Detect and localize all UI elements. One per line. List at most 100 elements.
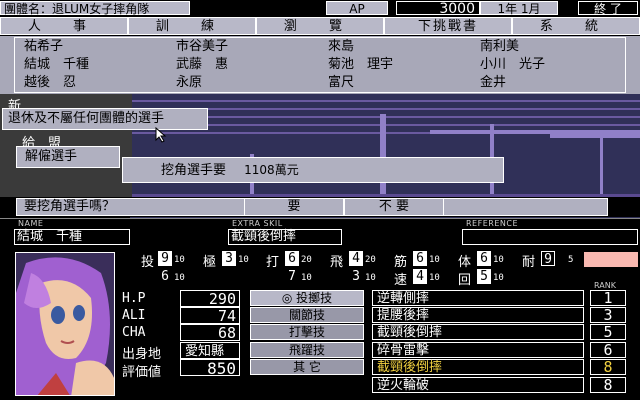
stat-value: 3	[349, 269, 363, 284]
yes-button[interactable]: 要	[244, 198, 344, 216]
cha-value: 68	[180, 324, 240, 342]
roster-name[interactable]: 南利美	[480, 39, 519, 54]
reference-value	[462, 229, 638, 245]
rating-value: 850	[180, 359, 240, 377]
joint-technique-tab[interactable]: 關節技	[250, 307, 364, 323]
move-name: 碎骨雷擊	[377, 343, 430, 358]
roster-name[interactable]: 富尺	[328, 75, 354, 90]
roster-name[interactable]: 結城 千種	[24, 57, 89, 72]
hp-value: 290	[180, 290, 240, 308]
roster-name[interactable]: 永原	[176, 75, 202, 90]
stat-value: 6	[413, 251, 427, 266]
throw-technique-tab[interactable]: ◎ 投擲技	[250, 290, 364, 306]
cha-label: CHA	[122, 325, 146, 340]
recruit-cost-value: 1108萬元	[244, 163, 299, 177]
roster-name[interactable]: 金井	[480, 75, 506, 90]
roster-name[interactable]: 市谷美子	[176, 39, 228, 54]
move-rank: 5	[590, 324, 626, 340]
wrestler-portrait	[15, 252, 115, 396]
stat-label: 速	[394, 273, 408, 288]
roster-name[interactable]: 小川 光子	[480, 57, 545, 72]
stat-value: 4	[413, 269, 427, 284]
move-rank: 1	[590, 290, 626, 306]
move-rank: 8	[590, 359, 626, 375]
no-button[interactable]: 不 要	[344, 198, 444, 216]
team-name: 退LUM女子摔角隊	[52, 2, 150, 16]
mouse-cursor-icon	[155, 127, 167, 143]
move-name: 截頸後倒摔	[377, 325, 443, 340]
roster-name[interactable]: 來島	[328, 39, 354, 54]
stat-label: 打	[266, 255, 280, 270]
menu-challenge[interactable]: 下挑戰書	[384, 17, 512, 35]
stat-label: 投	[141, 255, 155, 270]
move-rank: 3	[590, 307, 626, 323]
stat-max: 10	[365, 273, 376, 283]
roster-name[interactable]: 祐希子	[24, 39, 63, 54]
ali-label: ALI	[122, 308, 146, 323]
move-row[interactable]: 提腰後摔	[372, 307, 584, 323]
stat-label: 筋	[394, 255, 408, 270]
other-technique-tab[interactable]: 其 它	[250, 359, 364, 375]
confirm-bar: 要挖角選手嗎？ 要 不 要	[0, 197, 640, 217]
move-row[interactable]: 截頸後倒摔	[372, 324, 584, 340]
move-rank: 8	[590, 377, 626, 393]
stat-max: 10	[301, 273, 312, 283]
hp-label: H.P	[122, 291, 146, 306]
top-bar: 團體名：退LUM女子摔角隊 AP 3000 1年 1月 終 了	[0, 0, 640, 16]
stamina-bar	[584, 252, 638, 267]
fire-option[interactable]: 解僱選手	[16, 146, 120, 168]
recruit-cost-dialog: 挖角選手要 1108萬元	[122, 157, 504, 183]
roster-name[interactable]: 武藤 惠	[176, 57, 228, 72]
stat-max: 5	[568, 255, 574, 265]
stat-label: 回	[458, 273, 472, 288]
move-name: 逆火輪破	[377, 378, 430, 393]
move-name: 提腰後摔	[377, 308, 430, 323]
stat-value: 6	[285, 251, 299, 266]
menu-personnel[interactable]: 人 事	[0, 17, 128, 35]
menu-system[interactable]: 系 統	[512, 17, 640, 35]
ap-label: AP	[326, 1, 388, 16]
menu-training[interactable]: 訓 練	[128, 17, 256, 35]
stat-label: 耐	[522, 255, 536, 270]
team-name-box: 團體名：退LUM女子摔角隊	[0, 1, 190, 16]
game-date: 1年 1月	[480, 1, 558, 16]
stat-value: 9	[158, 251, 172, 266]
rating-label: 評価値	[122, 365, 162, 380]
move-rank: 6	[590, 342, 626, 358]
stat-value: 7	[285, 269, 299, 284]
stat-max: 10	[493, 255, 504, 265]
confirm-question: 要挖角選手嗎？	[24, 199, 116, 214]
wrestler-name: 結城 千種	[14, 229, 130, 245]
ap-value: 3000	[396, 1, 480, 16]
stat-value: 9	[541, 251, 555, 267]
move-row[interactable]: 逆火輪破	[372, 377, 584, 393]
move-name: 截頸後倒摔	[377, 360, 443, 375]
end-button[interactable]: 終 了	[578, 1, 638, 16]
stat-value: 3	[222, 251, 236, 266]
stat-value: 6	[477, 251, 491, 266]
extra-skill: 截頸後倒摔	[228, 229, 342, 245]
stat-value: 4	[349, 251, 363, 266]
stat-label: 極	[203, 255, 217, 270]
stat-value: 5	[477, 269, 491, 284]
team-label: 團體名：	[4, 2, 53, 16]
birthplace-label: 出身地	[122, 347, 162, 362]
roster-name[interactable]: 菊池 理宇	[328, 57, 393, 72]
move-row[interactable]: 碎骨雷擊	[372, 342, 584, 358]
aerial-technique-tab[interactable]: 飛躍技	[250, 342, 364, 358]
stat-max: 10	[493, 273, 504, 283]
move-row-highlighted[interactable]: 截頸後倒摔	[372, 359, 584, 375]
stat-value: 6	[158, 269, 172, 284]
retire-option[interactable]: 退休及不屬任何團體的選手	[2, 108, 208, 130]
roster-name[interactable]: 越後 忍	[24, 75, 76, 90]
stat-max: 10	[238, 255, 249, 265]
ali-value: 74	[180, 307, 240, 325]
stat-max: 10	[429, 255, 440, 265]
menu-browse[interactable]: 瀏 覽	[256, 17, 384, 35]
stat-max: 20	[365, 255, 376, 265]
strike-technique-tab[interactable]: 打擊技	[250, 324, 364, 340]
move-row[interactable]: 逆轉側摔	[372, 290, 584, 306]
stat-label: 体	[458, 255, 472, 270]
stat-max: 10	[429, 273, 440, 283]
stat-label: 飛	[330, 255, 344, 270]
